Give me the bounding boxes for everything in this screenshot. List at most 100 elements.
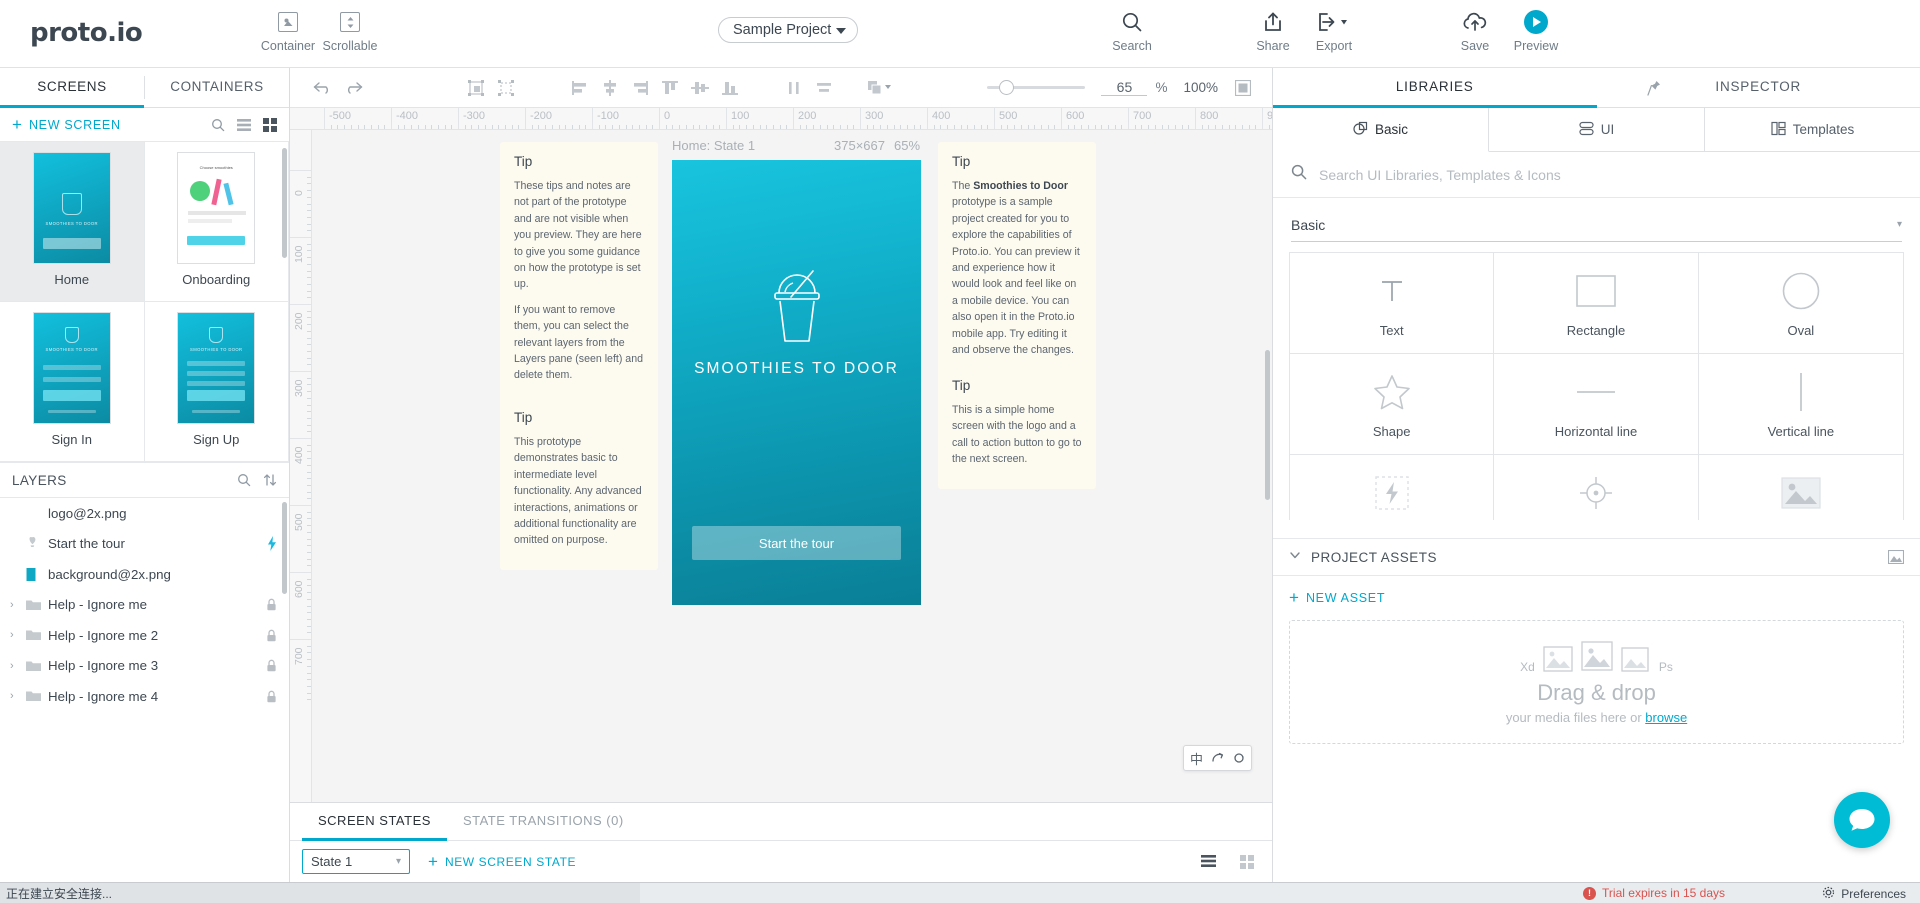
tab-state-transitions[interactable]: STATE TRANSITIONS (0) [447,803,640,841]
layer-row[interactable]: Start the tour [0,529,289,560]
layers-scrollbar[interactable] [282,502,287,594]
layer-row[interactable]: › Help - Ignore me [0,590,289,621]
layer-row[interactable]: › Help - Ignore me 4 [0,681,289,712]
search-screens-icon[interactable] [211,118,225,132]
export-button[interactable]: Export [1294,9,1374,53]
ime-settings-icon[interactable] [1233,752,1245,764]
libtab-basic[interactable]: Basic [1273,108,1489,152]
zoom-slider[interactable] [987,80,1086,95]
chevron-right-icon[interactable]: › [10,660,26,672]
layer-row[interactable]: › Help - Ignore me 3 [0,651,289,682]
ime-language-icon[interactable]: 中 [1190,749,1203,768]
project-assets-header[interactable]: PROJECT ASSETS [1273,538,1920,576]
preferences-button[interactable]: Preferences [1822,886,1906,902]
lock-icon[interactable] [266,690,277,703]
component-horizontal-line[interactable]: Horizontal line [1494,354,1699,455]
states-grid-view-icon[interactable] [1240,854,1254,869]
align-bottom-button[interactable] [715,73,745,103]
grid-view-icon[interactable] [263,117,277,132]
tab-libraries[interactable]: LIBRARIES [1273,68,1597,108]
align-middle-v-button[interactable] [685,73,715,103]
screen-thumb-home[interactable]: SMOOTHIES TO DOOR Home [0,142,145,302]
component-vertical-line[interactable]: Vertical line [1698,354,1903,455]
lock-icon[interactable] [266,629,277,642]
component-image[interactable]: Image [1699,455,1903,520]
ruler-minor-tick [307,243,311,245]
screen-canvas-home[interactable]: SMOOTHIES TO DOOR Start the tour [672,160,921,605]
arrange-layers-button[interactable] [865,73,895,103]
canvas-viewport[interactable]: Home: State 1 375×667 65% SMOOTHIES TO D… [312,130,1272,903]
component-shape[interactable]: Shape [1290,354,1495,455]
ime-mode-icon[interactable] [1211,751,1225,765]
redo-button[interactable] [338,73,368,103]
browse-link[interactable]: browse [1645,710,1687,725]
ruler-minor-tick [307,216,311,218]
library-search-row[interactable]: Search UI Libraries, Templates & Icons [1273,152,1920,198]
start-tour-button[interactable]: Start the tour [692,526,901,560]
tab-inspector[interactable]: INSPECTOR [1597,68,1920,108]
layer-row[interactable]: logo@2x.png [0,498,289,529]
zoom-reset-button[interactable]: 100% [1183,80,1218,95]
chevron-right-icon[interactable]: › [10,690,26,702]
lock-icon[interactable] [266,659,277,672]
chevron-right-icon[interactable]: › [10,629,26,641]
chat-support-button[interactable] [1834,792,1890,848]
distribute-horizontal-button[interactable] [779,73,809,103]
asset-dropzone[interactable]: Xd Ps Drag & drop your media files here … [1289,620,1904,744]
canvas-vertical-scrollbar[interactable] [1265,350,1270,500]
new-screen-button[interactable]: NEW SCREEN [29,118,121,132]
scrollable-tool-button[interactable]: Scrollable [310,9,390,53]
libtab-templates[interactable]: Templates [1705,108,1920,152]
layer-row[interactable]: background@2x.png [0,559,289,590]
screens-scrollbar[interactable] [282,148,287,258]
trial-notice[interactable]: ! Trial expires in 15 days [1583,886,1725,900]
search-layers-icon[interactable] [237,473,251,487]
screen-thumb-signup[interactable]: SMOOTHIES TO DOOR Sign Up [144,302,289,462]
ruler-minor-tick [846,125,848,129]
zoom-input[interactable]: 65 [1101,79,1148,96]
align-right-button[interactable] [625,73,655,103]
state-select[interactable]: State 1 ▾ [302,849,410,874]
component-text[interactable]: Text [1290,253,1495,354]
states-list-view-icon[interactable] [1201,854,1216,869]
undo-button[interactable] [308,73,338,103]
screen-thumb-signin[interactable]: SMOOTHIES TO DOOR Sign In [0,302,145,462]
tab-containers[interactable]: CONTAINERS [145,68,289,108]
fit-to-screen-button[interactable] [1228,73,1258,103]
horizontal-ruler: -500 -400 -300 -200 -100 0 100 200 300 400 500 600 7… [290,108,1272,130]
ruler-minor-tick [307,417,311,419]
preview-button[interactable]: Preview [1496,9,1576,53]
component-oval[interactable]: Oval [1698,253,1903,354]
sort-layers-icon[interactable] [263,473,277,487]
ungroup-button[interactable] [491,73,521,103]
group-button[interactable] [461,73,491,103]
align-center-h-button[interactable] [595,73,625,103]
tab-screen-states[interactable]: SCREEN STATES [302,803,447,841]
align-left-button[interactable] [565,73,595,103]
component-animation[interactable]: Animation [1494,455,1699,520]
new-screen-state-button[interactable]: + NEW SCREEN STATE [428,852,576,872]
library-search-input[interactable]: Search UI Libraries, Templates & Icons [1319,167,1561,183]
align-top-button[interactable] [655,73,685,103]
layer-row[interactable]: › Help - Ignore me 2 [0,620,289,651]
ruler-minor-tick [585,125,587,129]
library-category-select[interactable]: Basic ▾ [1291,208,1902,242]
assets-options-icon[interactable] [1888,550,1904,564]
chevron-down-icon[interactable] [1289,548,1301,566]
distribute-vertical-button[interactable] [809,73,839,103]
tab-screens[interactable]: SCREENS [0,68,144,108]
component-rectangle[interactable]: Rectangle [1494,253,1699,354]
search-button[interactable]: Search [1092,9,1172,53]
project-selector[interactable]: Sample Project [718,17,859,43]
folder-icon [26,690,48,702]
screen-thumb-onboarding[interactable]: Choose smoothies Onboarding [144,142,289,302]
zoom-slider-knob[interactable] [999,80,1015,95]
pin-icon[interactable] [1647,80,1661,101]
component-interaction[interactable]: Interaction [1290,455,1495,520]
chevron-right-icon[interactable]: › [10,599,26,611]
list-view-icon[interactable] [237,118,251,131]
new-asset-button[interactable]: + NEW ASSET [1273,576,1920,614]
ruler-minor-tick [357,125,359,129]
libtab-ui[interactable]: UI [1489,108,1705,152]
lock-icon[interactable] [266,598,277,611]
